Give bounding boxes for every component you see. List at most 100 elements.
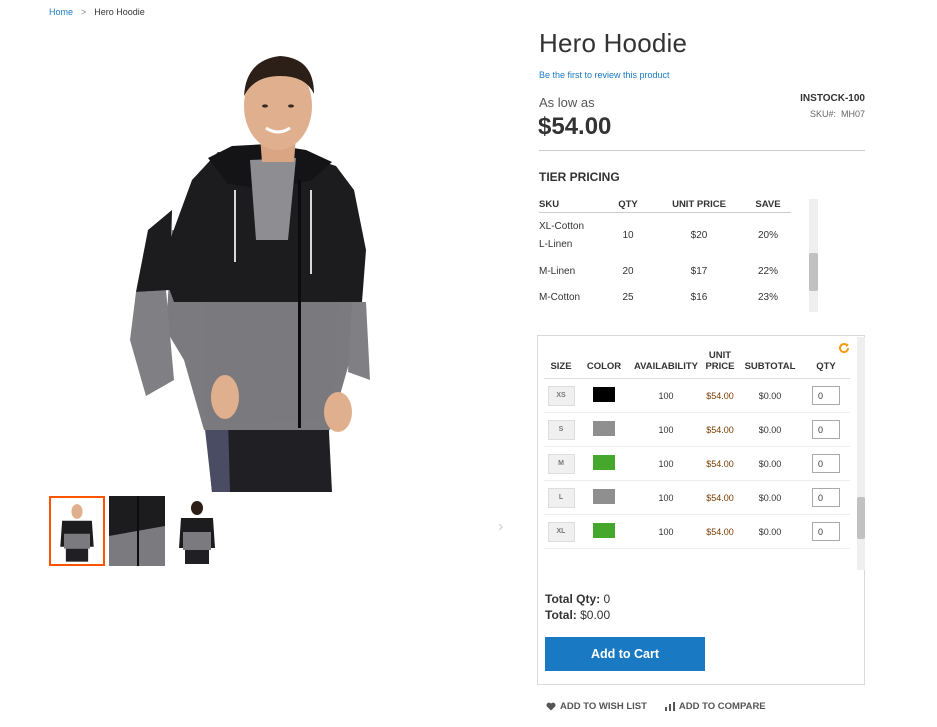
tier-sku: M-Linen (539, 266, 576, 277)
size-l-button[interactable]: L (547, 487, 575, 508)
color-swatch[interactable] (593, 387, 615, 402)
tier-pricing-table-container: SKU QTY UNIT PRICE SAVE XL-Cotton L-Linen… (539, 196, 819, 312)
qty-input[interactable] (812, 522, 840, 541)
thumbnail-back[interactable] (169, 496, 225, 566)
tier-header-unit-price: UNIT PRICE (653, 196, 745, 213)
tier-header-qty: QTY (603, 196, 653, 213)
add-to-cart-button[interactable]: Add to Cart (545, 637, 705, 671)
unit-price-value: $54.00 (702, 514, 738, 549)
breadcrumb-current: Hero Hoodie (94, 7, 145, 17)
matrix-table-container: SIZE COLOR AVAILABILITY UNIT PRICE SUBTOT… (544, 348, 850, 572)
availability-value: 100 (630, 514, 702, 549)
availability-value: 100 (630, 480, 702, 515)
matrix-row: M 100 $54.00 $0.00 (544, 446, 850, 481)
total-label: Total: (545, 608, 577, 622)
wishlist-label: ADD TO WISH LIST (560, 701, 647, 712)
matrix-row: S 100 $54.00 $0.00 (544, 412, 850, 447)
color-swatch[interactable] (593, 523, 615, 538)
tier-scrollbar-thumb[interactable] (809, 253, 818, 291)
matrix-row: XL 100 $54.00 $0.00 (544, 514, 850, 549)
thumbnail-detail[interactable] (109, 496, 165, 566)
matrix-row: XS 100 $54.00 $0.00 (544, 378, 850, 413)
tier-pricing-table: SKU QTY UNIT PRICE SAVE XL-Cotton L-Linen… (539, 196, 791, 311)
size-s-button[interactable]: S (547, 419, 575, 440)
tier-unit-price: $17 (690, 266, 708, 277)
tier-pricing-title: TIER PRICING (539, 170, 620, 184)
product-sku: SKU#: MH07 (810, 109, 865, 119)
divider (539, 150, 865, 151)
matrix-row: L 100 $54.00 $0.00 (544, 480, 850, 515)
availability-value: 100 (630, 378, 702, 413)
matrix-scrollbar-thumb[interactable] (857, 497, 865, 539)
tier-qty: 10 (622, 230, 634, 242)
matrix-header-size: SIZE (544, 348, 578, 379)
unit-price-value: $54.00 (702, 446, 738, 481)
qty-input[interactable] (812, 420, 840, 439)
matrix-header-subtotal: SUBTOTAL (738, 348, 802, 379)
availability-value: 100 (630, 412, 702, 447)
total-qty-label: Total Qty: (545, 592, 601, 606)
tier-qty: 25 (622, 292, 634, 303)
subtotal-value: $0.00 (738, 514, 802, 549)
main-product-image[interactable] (100, 40, 440, 492)
matrix-header-availability: AVAILABILITY (630, 348, 702, 379)
tier-sku: L-Linen (539, 238, 573, 250)
tier-sku: M-Cotton (539, 292, 581, 303)
size-xs-button[interactable]: XS (547, 385, 575, 406)
qty-input[interactable] (812, 488, 840, 507)
total-value: $0.00 (580, 608, 611, 622)
unit-price-value: $54.00 (702, 378, 738, 413)
subtotal-value: $0.00 (738, 378, 802, 413)
tier-save: 23% (757, 292, 778, 303)
tier-header-save: SAVE (745, 196, 791, 213)
subtotal-value: $0.00 (738, 480, 802, 515)
matrix-table: SIZE COLOR AVAILABILITY UNIT PRICE SUBTOT… (544, 348, 850, 549)
tier-save: 20% (757, 230, 778, 242)
review-link[interactable]: Be the first to review this product (539, 70, 670, 80)
sku-label: SKU#: (809, 109, 836, 119)
matrix-header-unit: UNIT (708, 350, 732, 361)
tier-unit-price: $16 (690, 292, 708, 303)
subtotal-value: $0.00 (738, 412, 802, 447)
tier-row: XL-Cotton L-Linen 10 $20 20% (539, 213, 791, 259)
qty-input[interactable] (812, 386, 840, 405)
breadcrumb-home-link[interactable]: Home (49, 7, 73, 17)
size-xl-button[interactable]: XL (547, 521, 575, 542)
unit-price-value: $54.00 (702, 412, 738, 447)
totals: Total Qty: 0 Total: $0.00 (545, 591, 610, 623)
thumbnail-front[interactable] (49, 496, 105, 566)
tier-save: 22% (757, 266, 778, 277)
matrix-header-qty: QTY (802, 348, 850, 379)
matrix-header-price: PRICE (705, 361, 735, 372)
tier-row: M-Linen 20 $17 22% (539, 259, 791, 285)
unit-price-value: $54.00 (702, 480, 738, 515)
color-swatch[interactable] (593, 421, 615, 436)
size-m-button[interactable]: M (547, 453, 575, 474)
stock-status: INSTOCK-100 (800, 93, 865, 104)
availability-value: 100 (630, 446, 702, 481)
heart-icon (546, 702, 556, 711)
total-qty-value: 0 (603, 592, 611, 606)
tier-unit-price: $20 (690, 230, 708, 242)
qty-input[interactable] (812, 454, 840, 473)
compare-label: ADD TO COMPARE (678, 701, 766, 712)
matrix-header-unit-price: UNIT PRICE (702, 348, 738, 379)
total-price: Total: $0.00 (545, 607, 610, 623)
breadcrumb: Home > Hero Hoodie (49, 7, 145, 17)
tier-row: M-Cotton 25 $16 23% (539, 285, 791, 311)
tier-qty: 20 (622, 266, 634, 277)
product-price: $54.00 (538, 113, 612, 140)
color-swatch[interactable] (593, 455, 615, 470)
gallery-next-chevron-right-icon[interactable]: › (498, 518, 503, 536)
bar-chart-icon (664, 702, 675, 711)
matrix-header-color: COLOR (578, 348, 630, 379)
add-to-compare-link[interactable]: ADD TO COMPARE (664, 701, 766, 712)
product-actions: ADD TO WISH LIST ADD TO COMPARE (546, 701, 766, 712)
product-title: Hero Hoodie (539, 28, 688, 58)
color-swatch[interactable] (593, 489, 615, 504)
subtotal-value: $0.00 (738, 446, 802, 481)
sku-value: MH07 (840, 109, 865, 119)
tier-header-sku: SKU (539, 196, 603, 213)
breadcrumb-separator: > (81, 7, 87, 17)
add-to-wishlist-link[interactable]: ADD TO WISH LIST (546, 701, 647, 712)
